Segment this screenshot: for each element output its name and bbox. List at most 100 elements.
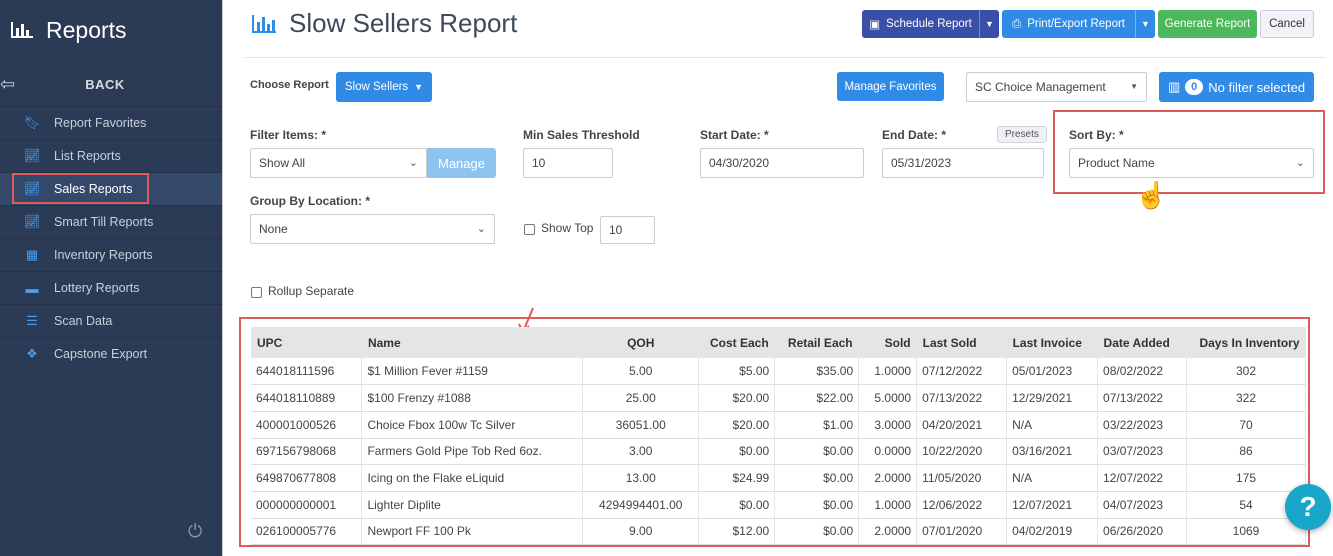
table-row[interactable]: 000000000001 Lighter Diplite 4294994401.00… — [251, 491, 1306, 519]
table-cell: $0.00 — [774, 438, 860, 466]
sidebar-item-report-favorites[interactable]: 🔖︎ Report Favorites — [0, 106, 222, 139]
manage-favorites-button[interactable]: Manage Favorites — [837, 72, 944, 101]
col-date-added[interactable]: Date Added — [1097, 327, 1187, 358]
back-button[interactable]: ⇦ BACK — [0, 68, 222, 100]
chevron-down-icon: ⌄ — [476, 223, 486, 235]
chevron-down-icon[interactable]: ▼ — [979, 10, 999, 38]
col-retail-each[interactable]: Retail Each — [774, 327, 859, 358]
start-date-input[interactable]: 04/30/2020 — [700, 148, 864, 178]
table-cell: 04/02/2019 — [1006, 518, 1099, 546]
manage-button[interactable]: Manage — [427, 148, 496, 178]
table-cell: 9.00 — [582, 518, 700, 546]
sidebar-item-lottery-reports[interactable]: ▬ Lottery Reports — [0, 271, 222, 304]
sidebar-item-inventory-reports[interactable]: ▦ Inventory Reports — [0, 238, 222, 271]
presets-button[interactable]: Presets — [997, 126, 1047, 143]
filter-items-value: Show All — [259, 156, 306, 170]
back-arrow-icon: ⇦ — [0, 74, 16, 94]
col-qoh[interactable]: QOH — [582, 327, 699, 358]
table-row[interactable]: 644018111596 $1 Million Fever #1159 5.00 $5… — [251, 358, 1306, 386]
col-last-invoice[interactable]: Last Invoice — [1006, 327, 1098, 358]
print-export-button[interactable]: ⎙ Print/Export Report ▼ — [1002, 10, 1155, 38]
table-cell: 12/07/2021 — [1006, 491, 1099, 519]
filter-button[interactable]: ▥ 0 No filter selected — [1159, 72, 1314, 102]
table-cell: 04/07/2023 — [1097, 491, 1188, 519]
report-select-button[interactable]: Slow Sellers ▼ — [336, 72, 432, 102]
sort-by-label: Sort By: * — [1069, 128, 1124, 142]
group-by-location-select[interactable]: None ⌄ — [250, 214, 495, 244]
table-cell: 644018111596 — [251, 358, 363, 386]
table-row[interactable]: 026100005776 Newport FF 100 Pk 9.00 $12.00 $… — [251, 518, 1306, 546]
show-top-checkbox[interactable] — [524, 224, 535, 235]
sidebar: Reports ⇦ BACK 🔖︎ Report Favorites 📈︎ Li… — [0, 0, 222, 556]
sidebar-item-capstone-export[interactable]: ❖ Capstone Export — [0, 337, 222, 370]
bookmark-icon: 🔖︎ — [23, 115, 41, 130]
table-cell: $12.00 — [698, 518, 776, 546]
cancel-button[interactable]: Cancel — [1260, 10, 1314, 38]
col-days-in-inventory[interactable]: Days In Inventory — [1186, 327, 1306, 358]
table-row[interactable]: 644018110889 $100 Frenzy #1088 25.00 $20.00… — [251, 384, 1306, 412]
table-cell: 12/29/2021 — [1006, 384, 1099, 412]
table-cell: 697156798068 — [251, 438, 363, 466]
caret-down-icon: ▼ — [414, 82, 424, 92]
chevron-down-icon[interactable]: ▼ — [1135, 10, 1155, 38]
sidebar-item-label: Lottery Reports — [54, 281, 140, 295]
sort-by-select[interactable]: Product Name ⌄ — [1069, 148, 1314, 178]
col-upc[interactable]: UPC — [251, 327, 362, 358]
report-select-value: Slow Sellers — [344, 81, 409, 93]
divider — [245, 57, 1325, 58]
table-cell: 03/16/2021 — [1006, 438, 1099, 466]
cubes-icon: ❖ — [26, 346, 38, 361]
sidebar-item-scan-data[interactable]: ☰ Scan Data — [0, 304, 222, 337]
table-cell: 07/12/2022 — [916, 358, 1008, 386]
page-title: Slow Sellers Report — [251, 8, 517, 39]
sidebar-item-label: List Reports — [54, 149, 121, 163]
table-cell: 13.00 — [582, 464, 700, 492]
table-cell: 12/06/2022 — [916, 491, 1008, 519]
rollup-separate-checkbox[interactable] — [251, 287, 262, 298]
table-cell: $100 Frenzy #1088 — [361, 384, 584, 412]
min-sales-threshold-label: Min Sales Threshold — [523, 128, 640, 142]
col-cost-each[interactable]: Cost Each — [698, 327, 775, 358]
table-cell: 1.0000 — [858, 358, 918, 386]
table-row[interactable]: 697156798068 Farmers Gold Pipe Tob Red 6o… — [251, 438, 1306, 466]
group-by-location-label: Group By Location: * — [250, 194, 370, 208]
min-sales-threshold-input[interactable]: 10 — [523, 148, 613, 178]
table-cell: $0.00 — [774, 464, 860, 492]
table-cell: $0.00 — [698, 491, 776, 519]
table-row[interactable]: 400001000526 Choice Fbox 100w Tc Silver 36… — [251, 411, 1306, 439]
table-cell: $20.00 — [698, 384, 776, 412]
store-select[interactable]: SC Choice Management ▼ — [966, 72, 1147, 102]
table-cell: 302 — [1186, 358, 1306, 386]
sidebar-item-sales-reports[interactable]: 📈︎ Sales Reports — [0, 172, 222, 205]
end-date-input[interactable]: 05/31/2023 — [882, 148, 1044, 178]
table-cell: 3.0000 — [858, 411, 918, 439]
sidebar-item-label: Report Favorites — [54, 116, 147, 130]
table-cell: $5.00 — [698, 358, 776, 386]
table-cell: 36051.00 — [582, 411, 700, 439]
generate-report-button[interactable]: Generate Report — [1158, 10, 1257, 38]
filter-items-select[interactable]: Show All ⌄ — [250, 148, 427, 178]
schedule-report-button[interactable]: ▣ Schedule Report ▼ — [862, 10, 999, 38]
sidebar-item-smart-till-reports[interactable]: 📈︎ Smart Till Reports — [0, 205, 222, 238]
table-row[interactable]: 649870677808 Icing on the Flake eLiquid 13… — [251, 464, 1306, 492]
table-cell: $1 Million Fever #1159 — [361, 358, 584, 386]
sidebar-item-label: Inventory Reports — [54, 248, 153, 262]
table-cell: 1069 — [1186, 518, 1306, 546]
table-cell: 06/26/2020 — [1097, 518, 1188, 546]
sidebar-item-label: Smart Till Reports — [54, 215, 154, 229]
printer-icon: ⎙ — [1012, 17, 1022, 30]
col-sold[interactable]: Sold — [858, 327, 917, 358]
table-cell: $22.00 — [774, 384, 860, 412]
power-icon[interactable]: ⏻ — [188, 521, 202, 542]
table-cell: 2.0000 — [858, 464, 918, 492]
help-button[interactable]: ? — [1285, 484, 1331, 530]
table-cell: 644018110889 — [251, 384, 363, 412]
line-chart-icon: 📈︎ — [23, 214, 41, 229]
sidebar-item-list-reports[interactable]: 📈︎ List Reports — [0, 139, 222, 172]
table-cell: 08/02/2022 — [1097, 358, 1188, 386]
col-last-sold[interactable]: Last Sold — [916, 327, 1007, 358]
col-name[interactable]: Name — [361, 327, 583, 358]
show-top-input[interactable]: 10 — [600, 216, 655, 244]
chevron-down-icon: ▼ — [1130, 82, 1138, 91]
filter-label: No filter selected — [1208, 79, 1306, 95]
